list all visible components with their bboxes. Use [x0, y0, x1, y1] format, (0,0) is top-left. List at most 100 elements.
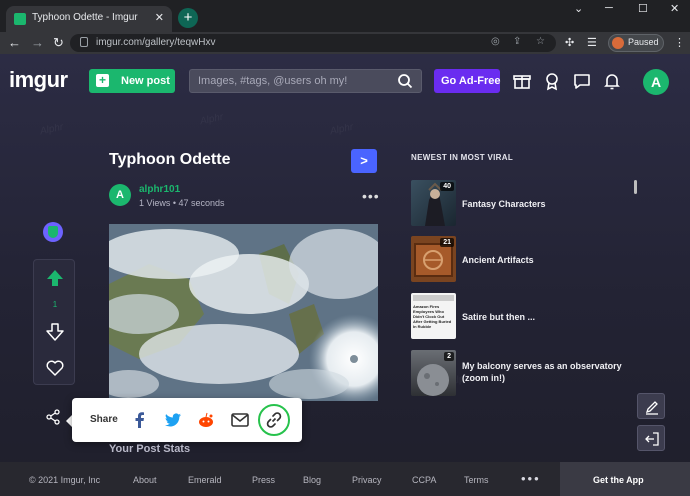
post-image[interactable] [109, 224, 378, 401]
vote-count: 1 [52, 300, 58, 309]
sidebar-post-badge: 21 [440, 238, 454, 247]
watermark: Alphr [329, 121, 355, 138]
footer: © 2021 Imgur, Inc About Emerald Press Bl… [0, 462, 690, 496]
sidebar-post-item[interactable]: 40 Fantasy Characters [411, 180, 636, 226]
footer-link-terms[interactable]: Terms [464, 475, 489, 485]
sidebar-post-title: Satire but then ... [462, 312, 536, 322]
next-post-button[interactable]: > [351, 149, 377, 173]
search-icon[interactable] [397, 73, 413, 89]
chat-icon[interactable] [572, 71, 592, 91]
address-bar[interactable]: imgur.com/gallery/teqwHxv ◎ ⇪ ☆ [70, 34, 556, 52]
footer-copyright: © 2021 Imgur, Inc [29, 475, 101, 485]
typhoon-satellite-image [109, 224, 378, 401]
sidebar-post-thumbnail: 40 [411, 180, 456, 226]
lock-icon [80, 37, 88, 47]
sidebar-post-title: My balcony serves as an observatory (zoo… [462, 361, 622, 383]
sidebar-post-title: Fantasy Characters [462, 199, 546, 209]
sidebar-post-item[interactable]: Amazon Fires Employees Who Didn't Clock … [411, 293, 636, 339]
reload-button[interactable]: ↻ [53, 35, 64, 51]
plus-icon: + [96, 74, 109, 87]
footer-link-blog[interactable]: Blog [303, 475, 321, 485]
imgur-logo[interactable]: imgur [9, 67, 68, 93]
new-tab-button[interactable]: + [178, 8, 198, 28]
profile-button[interactable]: Paused [608, 34, 664, 52]
bell-icon[interactable] [602, 71, 622, 91]
minimize-button[interactable]: ─ [605, 2, 613, 14]
post-options-button[interactable]: ••• [362, 188, 380, 204]
sidebar-post-badge: 2 [444, 352, 454, 361]
thumbnail-headline: Amazon Fires Employees Who Didn't Clock … [413, 304, 452, 329]
imgur-page: Alphr Alphr Alphr Alphr Alphr Alphr imgu… [0, 54, 690, 496]
medal-icon[interactable] [542, 71, 562, 91]
share-icon[interactable] [45, 409, 61, 425]
gift-icon[interactable] [512, 71, 532, 91]
maximize-button[interactable]: ☐ [638, 2, 648, 15]
tab-close-icon[interactable]: ✕ [155, 11, 164, 24]
url-text: imgur.com/gallery/teqwHxv [96, 37, 216, 48]
sidebar-post-thumbnail: 21 [411, 236, 456, 282]
new-post-label: New post [121, 75, 170, 87]
chevron-down-icon[interactable]: ⌄ [574, 2, 583, 15]
footer-link-about[interactable]: About [133, 475, 157, 485]
screen: Typhoon Odette - Imgur ✕ + ⌄ ─ ☐ ✕ ← → ↻… [0, 0, 690, 496]
watermark: Alphr [199, 111, 225, 128]
login-arrow-icon [645, 432, 659, 446]
user-avatar[interactable]: A [643, 69, 669, 95]
footer-link-emerald[interactable]: Emerald [188, 475, 222, 485]
browser-tab-strip: Typhoon Odette - Imgur ✕ + ⌄ ─ ☐ ✕ [0, 0, 690, 32]
reddit-icon[interactable] [196, 410, 216, 430]
footer-more-button[interactable]: ••• [521, 471, 541, 486]
poster-username[interactable]: alphr101 [139, 184, 180, 195]
go-ad-free-button[interactable]: Go Ad-Free [434, 69, 501, 93]
share-label: Share [90, 414, 118, 425]
reading-list-icon[interactable]: ☰ [587, 35, 597, 51]
close-window-button[interactable]: ✕ [670, 2, 679, 15]
watermark: Alphr [39, 121, 65, 138]
eye-off-icon[interactable]: ◎ [491, 36, 500, 47]
heart-icon[interactable] [45, 358, 65, 378]
footer-link-privacy[interactable]: Privacy [352, 475, 382, 485]
link-icon[interactable] [264, 410, 284, 430]
poster-avatar[interactable]: A [109, 184, 131, 206]
twitter-icon[interactable] [163, 410, 183, 430]
sidebar-heading: NEWEST IN MOST VIRAL [411, 153, 513, 162]
back-button[interactable]: ← [8, 35, 21, 51]
vote-panel: 1 [33, 259, 75, 385]
email-icon[interactable] [230, 410, 250, 430]
browser-tab[interactable]: Typhoon Odette - Imgur ✕ [6, 6, 172, 32]
browser-menu-icon[interactable]: ⋮ [674, 35, 685, 51]
bookmark-star-icon[interactable]: ☆ [536, 36, 545, 47]
post-title: Typhoon Odette [109, 151, 231, 168]
share-popover: Share [72, 398, 302, 442]
tab-title: Typhoon Odette - Imgur [32, 12, 138, 23]
footer-link-ccpa[interactable]: CCPA [412, 475, 436, 485]
downvote-arrow-icon[interactable] [45, 322, 65, 342]
new-post-button[interactable]: + New post [89, 69, 175, 93]
browser-toolbar: ← → ↻ imgur.com/gallery/teqwHxv ◎ ⇪ ☆ ✣ … [0, 32, 690, 54]
facebook-icon[interactable] [130, 410, 150, 430]
footer-link-press[interactable]: Press [252, 475, 275, 485]
get-the-app-label: Get the App [593, 475, 644, 485]
extensions-puzzle-icon[interactable]: ✣ [565, 35, 574, 51]
pencil-icon [645, 401, 658, 415]
forward-button[interactable]: → [31, 35, 44, 51]
edit-button[interactable] [637, 393, 665, 419]
sidebar-post-thumbnail: Amazon Fires Employees Who Didn't Clock … [411, 293, 456, 339]
shield-icon[interactable] [43, 222, 63, 242]
search-box [189, 69, 422, 93]
profile-status: Paused [628, 37, 659, 47]
get-the-app-button[interactable]: Get the App [560, 462, 690, 496]
thumbnail-header-bar [413, 295, 454, 301]
post-stats-heading[interactable]: Your Post Stats [109, 443, 190, 455]
sidebar-post-title: Ancient Artifacts [462, 255, 534, 265]
go-ad-free-label: Go Ad-Free [441, 75, 501, 87]
share-page-icon[interactable]: ⇪ [513, 36, 521, 47]
sidebar-post-item[interactable]: 2 My balcony serves as an observatory (z… [411, 350, 636, 396]
sidebar-post-item[interactable]: 21 Ancient Artifacts [411, 236, 636, 282]
upvote-arrow-icon[interactable] [45, 268, 65, 288]
profile-avatar [612, 37, 624, 49]
search-input[interactable] [198, 74, 393, 88]
sign-in-button[interactable] [637, 425, 665, 451]
sidebar-post-badge: 40 [440, 182, 454, 191]
post-meta: 1 Views • 47 seconds [139, 198, 225, 208]
